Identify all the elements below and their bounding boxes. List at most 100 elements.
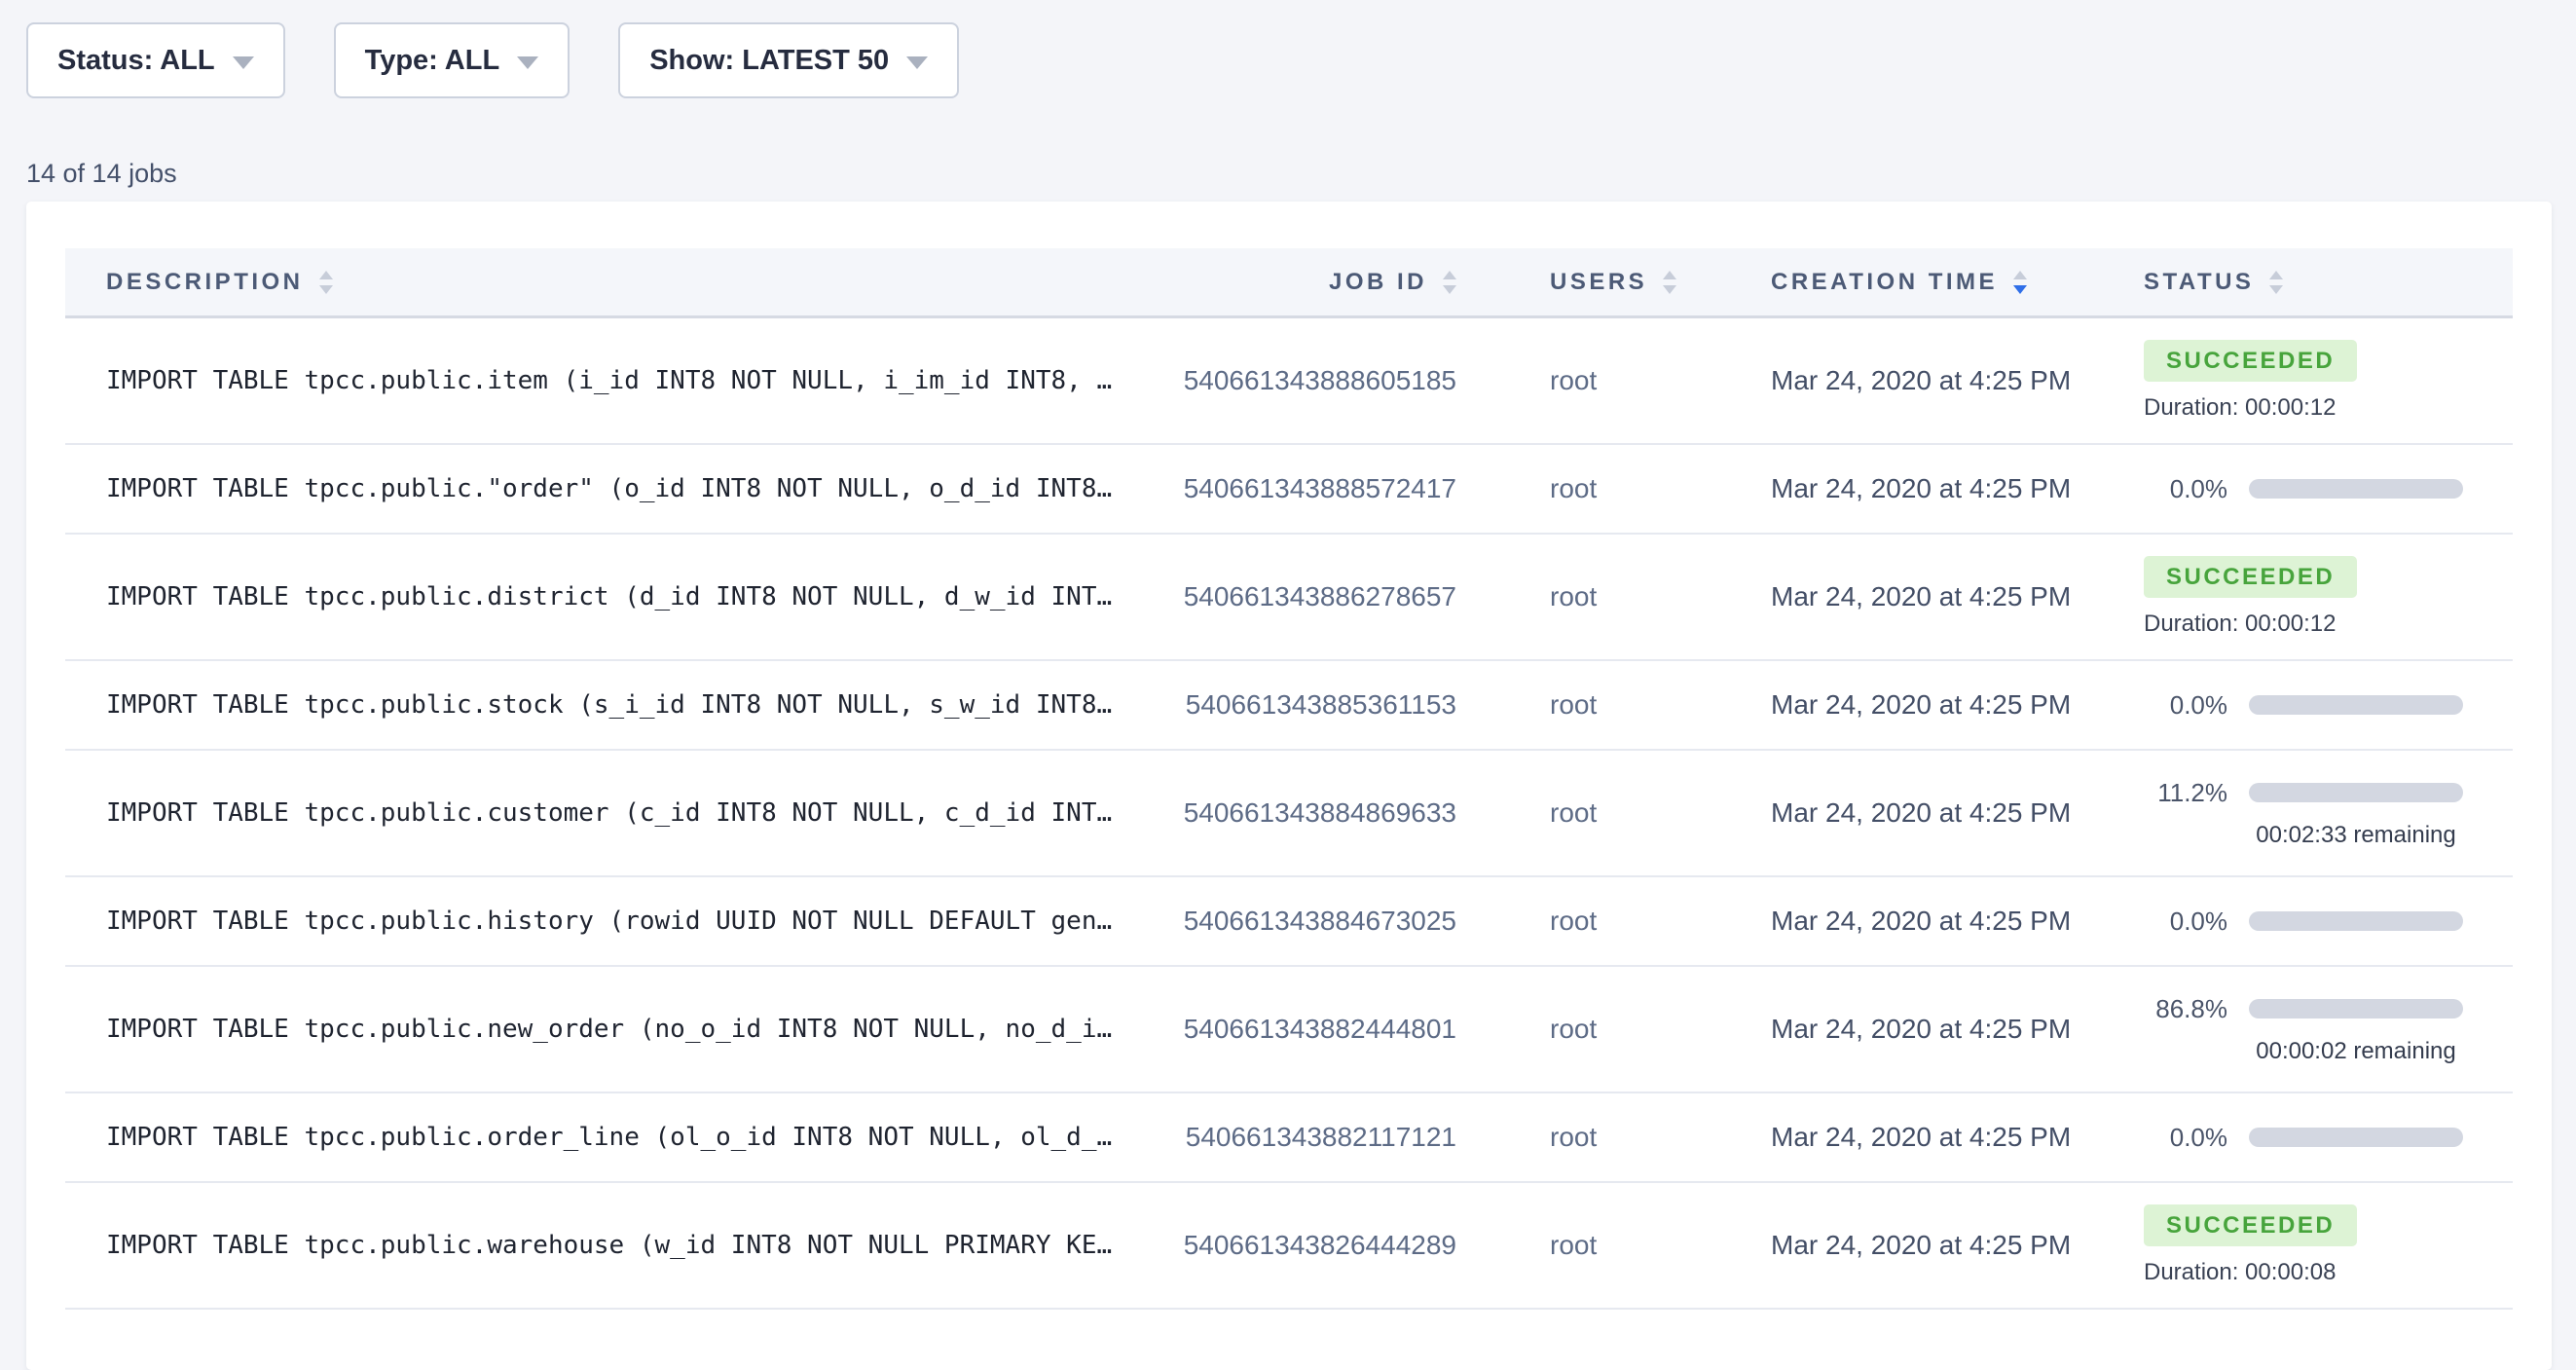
job-description: IMPORT TABLE tpcc.public.customer (c_id … bbox=[65, 798, 1135, 828]
column-header-users-label: USERS bbox=[1550, 269, 1647, 296]
job-duration: Duration: 00:00:08 bbox=[2144, 1259, 2513, 1286]
job-duration: Duration: 00:00:12 bbox=[2144, 394, 2513, 422]
status-badge: SUCCEEDED bbox=[2144, 1204, 2357, 1246]
job-user: root bbox=[1456, 473, 1748, 504]
job-description: IMPORT TABLE tpcc.public.history (rowid … bbox=[65, 907, 1135, 936]
job-description: IMPORT TABLE tpcc.public."order" (o_id I… bbox=[65, 474, 1135, 503]
column-header-creation-time[interactable]: CREATION TIME bbox=[1748, 269, 2123, 296]
table-row: IMPORT TABLE tpcc.public.new_order (no_o… bbox=[65, 967, 2513, 1093]
column-header-status-label: STATUS bbox=[2144, 269, 2254, 296]
column-header-job-id[interactable]: JOB ID bbox=[1135, 269, 1456, 296]
job-creation-time: Mar 24, 2020 at 4:25 PM bbox=[1748, 906, 2123, 937]
job-user: root bbox=[1456, 581, 1748, 612]
job-user: root bbox=[1456, 689, 1748, 721]
column-header-users[interactable]: USERS bbox=[1456, 269, 1748, 296]
progress-percent: 0.0% bbox=[2144, 474, 2227, 504]
column-header-job-id-label: JOB ID bbox=[1329, 269, 1427, 296]
table-row: IMPORT TABLE tpcc.public.history (rowid … bbox=[65, 877, 2513, 967]
job-id: 540661343882444801 bbox=[1135, 1014, 1456, 1045]
job-id: 540661343882117121 bbox=[1135, 1122, 1456, 1153]
column-header-description-label: DESCRIPTION bbox=[106, 269, 304, 296]
job-creation-time: Mar 24, 2020 at 4:25 PM bbox=[1748, 1230, 2123, 1261]
chevron-down-icon bbox=[233, 56, 254, 69]
job-user: root bbox=[1456, 1230, 1748, 1261]
job-description: IMPORT TABLE tpcc.public.order_line (ol_… bbox=[65, 1123, 1135, 1152]
status-filter-dropdown[interactable]: Status: ALL bbox=[26, 22, 285, 98]
job-creation-time: Mar 24, 2020 at 4:25 PM bbox=[1748, 1014, 2123, 1045]
job-creation-time: Mar 24, 2020 at 4:25 PM bbox=[1748, 797, 2123, 829]
table-row: IMPORT TABLE tpcc.public.warehouse (w_id… bbox=[65, 1183, 2513, 1310]
job-id: 540661343886278657 bbox=[1135, 581, 1456, 612]
job-id: 540661343884869633 bbox=[1135, 797, 1456, 829]
time-remaining: 00:00:02 remaining bbox=[2249, 1038, 2463, 1065]
job-status-cell: 0.0% bbox=[2123, 474, 2513, 504]
status-badge: SUCCEEDED bbox=[2144, 556, 2357, 598]
progress-percent: 0.0% bbox=[2144, 690, 2227, 721]
job-creation-time: Mar 24, 2020 at 4:25 PM bbox=[1748, 581, 2123, 612]
job-creation-time: Mar 24, 2020 at 4:25 PM bbox=[1748, 1122, 2123, 1153]
progress-bar bbox=[2249, 695, 2463, 715]
job-user: root bbox=[1456, 1014, 1748, 1045]
job-status-cell: 0.0% bbox=[2123, 690, 2513, 721]
sort-arrows-icon bbox=[319, 271, 333, 294]
table-row: IMPORT TABLE tpcc.public.district (d_id … bbox=[65, 535, 2513, 661]
job-id: 540661343885361153 bbox=[1135, 689, 1456, 721]
job-creation-time: Mar 24, 2020 at 4:25 PM bbox=[1748, 689, 2123, 721]
job-description: IMPORT TABLE tpcc.public.district (d_id … bbox=[65, 582, 1135, 611]
progress-percent: 11.2% bbox=[2144, 778, 2227, 808]
job-user: root bbox=[1456, 365, 1748, 396]
job-description: IMPORT TABLE tpcc.public.stock (s_i_id I… bbox=[65, 690, 1135, 720]
progress-bar bbox=[2249, 1128, 2463, 1147]
progress-bar bbox=[2249, 783, 2463, 802]
job-status-cell: 0.0% bbox=[2123, 1123, 2513, 1153]
job-status-cell: 86.8% 00:00:02 remaining bbox=[2123, 994, 2513, 1065]
job-status-cell: SUCCEEDED Duration: 00:00:12 bbox=[2123, 340, 2513, 422]
job-description: IMPORT TABLE tpcc.public.warehouse (w_id… bbox=[65, 1231, 1135, 1260]
job-id: 540661343888572417 bbox=[1135, 473, 1456, 504]
job-user: root bbox=[1456, 1122, 1748, 1153]
job-status-cell: SUCCEEDED Duration: 00:00:12 bbox=[2123, 556, 2513, 638]
progress-bar bbox=[2249, 911, 2463, 931]
jobs-table: DESCRIPTION JOB ID USERS CREATION TIME S… bbox=[65, 248, 2513, 1310]
job-creation-time: Mar 24, 2020 at 4:25 PM bbox=[1748, 365, 2123, 396]
chevron-down-icon bbox=[906, 56, 928, 69]
show-filter-label: Show: LATEST 50 bbox=[649, 45, 889, 77]
status-badge: SUCCEEDED bbox=[2144, 340, 2357, 382]
table-row: IMPORT TABLE tpcc.public.item (i_id INT8… bbox=[65, 318, 2513, 445]
progress-percent: 86.8% bbox=[2144, 994, 2227, 1024]
table-row: IMPORT TABLE tpcc.public.order_line (ol_… bbox=[65, 1093, 2513, 1183]
progress-bar bbox=[2249, 999, 2463, 1018]
jobs-filter-bar: Status: ALL Type: ALL Show: LATEST 50 bbox=[0, 0, 2576, 98]
column-header-creation-time-label: CREATION TIME bbox=[1771, 269, 1998, 296]
column-header-description[interactable]: DESCRIPTION bbox=[65, 269, 1135, 296]
show-filter-dropdown[interactable]: Show: LATEST 50 bbox=[618, 22, 959, 98]
column-header-status[interactable]: STATUS bbox=[2123, 269, 2513, 296]
job-status-cell: 11.2% 00:02:33 remaining bbox=[2123, 778, 2513, 849]
progress-percent: 0.0% bbox=[2144, 1123, 2227, 1153]
job-status-cell: 0.0% bbox=[2123, 907, 2513, 937]
table-row: IMPORT TABLE tpcc.public.stock (s_i_id I… bbox=[65, 661, 2513, 751]
table-row: IMPORT TABLE tpcc.public."order" (o_id I… bbox=[65, 445, 2513, 535]
job-description: IMPORT TABLE tpcc.public.new_order (no_o… bbox=[65, 1015, 1135, 1044]
sort-arrows-icon bbox=[1443, 271, 1456, 294]
status-filter-label: Status: ALL bbox=[57, 45, 215, 77]
job-description: IMPORT TABLE tpcc.public.item (i_id INT8… bbox=[65, 366, 1135, 395]
progress-bar bbox=[2249, 479, 2463, 499]
job-creation-time: Mar 24, 2020 at 4:25 PM bbox=[1748, 473, 2123, 504]
type-filter-label: Type: ALL bbox=[365, 45, 500, 77]
jobs-table-card: DESCRIPTION JOB ID USERS CREATION TIME S… bbox=[26, 202, 2552, 1370]
sort-arrows-icon bbox=[2269, 271, 2283, 294]
job-user: root bbox=[1456, 797, 1748, 829]
type-filter-dropdown[interactable]: Type: ALL bbox=[334, 22, 570, 98]
progress-percent: 0.0% bbox=[2144, 907, 2227, 937]
job-user: root bbox=[1456, 906, 1748, 937]
job-status-cell: SUCCEEDED Duration: 00:00:08 bbox=[2123, 1204, 2513, 1286]
chevron-down-icon bbox=[517, 56, 538, 69]
job-duration: Duration: 00:00:12 bbox=[2144, 611, 2513, 638]
jobs-table-header: DESCRIPTION JOB ID USERS CREATION TIME S… bbox=[65, 248, 2513, 318]
table-row: IMPORT TABLE tpcc.public.customer (c_id … bbox=[65, 751, 2513, 877]
sort-arrows-icon bbox=[1663, 271, 1676, 294]
job-id: 540661343884673025 bbox=[1135, 906, 1456, 937]
job-id: 540661343826444289 bbox=[1135, 1230, 1456, 1261]
jobs-count-summary: 14 of 14 jobs bbox=[26, 159, 2576, 189]
